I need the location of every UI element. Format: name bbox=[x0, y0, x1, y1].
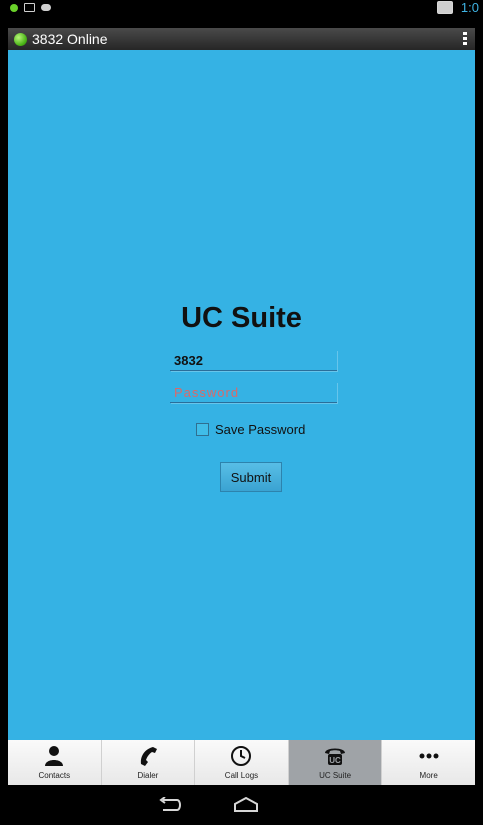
tab-call-logs[interactable]: Call Logs bbox=[195, 740, 289, 785]
login-panel: UC Suite Save Password Submit bbox=[8, 50, 475, 740]
save-password-label[interactable]: Save Password bbox=[215, 422, 305, 437]
tab-label: Call Logs bbox=[224, 771, 259, 780]
action-bar: 3832 Online bbox=[8, 28, 475, 50]
online-status-label: 3832 Online bbox=[32, 31, 108, 47]
password-input[interactable] bbox=[170, 382, 337, 403]
save-password-row[interactable]: Save Password bbox=[196, 422, 305, 437]
more-dots-icon bbox=[419, 753, 439, 759]
uc-phone-icon: UC bbox=[325, 748, 346, 765]
notification-dot-icon bbox=[10, 3, 18, 12]
tab-label: Dialer bbox=[137, 771, 159, 780]
phone-handset-icon bbox=[140, 747, 157, 766]
tab-label: UC Suite bbox=[319, 771, 352, 780]
voicemail-icon bbox=[24, 3, 35, 12]
tab-dialer[interactable]: Dialer bbox=[102, 740, 196, 785]
tab-label: More bbox=[419, 771, 438, 780]
contacts-icon bbox=[45, 746, 64, 766]
username-input[interactable] bbox=[170, 350, 337, 371]
submit-button[interactable]: Submit bbox=[220, 462, 282, 492]
online-status-icon bbox=[14, 32, 27, 46]
clock-time: 1:0 bbox=[460, 0, 479, 15]
message-icon bbox=[41, 4, 51, 11]
system-nav-bar bbox=[0, 785, 483, 825]
tab-label: Contacts bbox=[38, 771, 71, 780]
tablet-icon bbox=[436, 1, 453, 14]
svg-text:UC: UC bbox=[329, 756, 341, 765]
notification-icons bbox=[10, 3, 51, 12]
back-icon[interactable] bbox=[157, 797, 183, 813]
overflow-menu-icon[interactable] bbox=[463, 32, 467, 45]
status-right: 1:0 bbox=[436, 0, 479, 15]
status-bar: 1:0 bbox=[0, 0, 483, 28]
home-icon[interactable] bbox=[233, 797, 259, 813]
tab-contacts[interactable]: Contacts bbox=[8, 740, 102, 785]
tab-more[interactable]: More bbox=[382, 740, 475, 785]
page-title: UC Suite bbox=[181, 302, 302, 334]
tab-uc-suite[interactable]: UC UC Suite bbox=[288, 740, 383, 785]
clock-icon bbox=[231, 746, 252, 766]
bottom-tab-bar: Contacts Dialer Call Logs UC UC Suite Mo… bbox=[8, 740, 475, 785]
save-password-checkbox[interactable] bbox=[196, 423, 209, 436]
